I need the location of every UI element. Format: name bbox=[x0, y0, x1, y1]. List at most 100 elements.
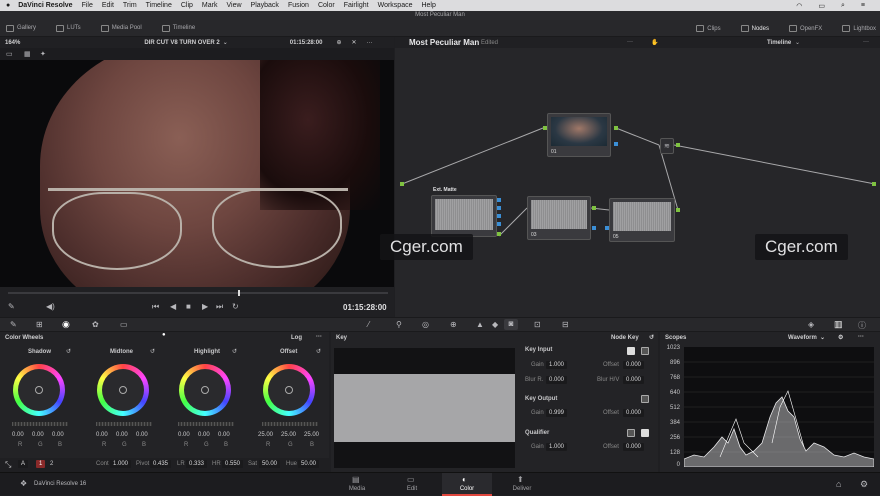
menu-view[interactable]: View bbox=[226, 2, 241, 9]
ext-matte-node[interactable] bbox=[431, 195, 497, 237]
color-wheels-icon[interactable]: ◉ bbox=[62, 319, 70, 330]
midtone-g-value[interactable]: 0.00 bbox=[116, 432, 128, 438]
highlight-b-value[interactable]: 0.00 bbox=[218, 432, 230, 438]
gallery-button[interactable]: Gallery bbox=[6, 24, 36, 32]
hand-icon[interactable]: ✋ bbox=[651, 39, 658, 46]
reset-icon[interactable]: ↺ bbox=[232, 348, 237, 355]
audio-icon[interactable]: ◀) bbox=[46, 302, 55, 311]
menu-fairlight[interactable]: Fairlight bbox=[344, 2, 369, 9]
auto-button[interactable]: A bbox=[18, 460, 29, 468]
page-color-button[interactable]: ◐ Color bbox=[442, 473, 492, 496]
node-mode-select[interactable]: Timeline bbox=[767, 40, 791, 46]
skip-forward-icon[interactable]: ⏭ bbox=[216, 302, 223, 312]
search-icon[interactable]: ⌕ bbox=[841, 2, 845, 10]
window-icon[interactable]: ◎ bbox=[422, 320, 429, 329]
matte-output[interactable] bbox=[497, 198, 501, 202]
menu-list-icon[interactable]: ≡ bbox=[861, 2, 865, 9]
chevron-down-icon[interactable]: ⌄ bbox=[795, 39, 800, 46]
scopes-mode-select[interactable]: Waveform bbox=[788, 335, 817, 341]
wheels-mode[interactable]: Log bbox=[291, 335, 302, 341]
chevron-down-icon[interactable]: ⌄ bbox=[223, 39, 228, 46]
node-01-key-output[interactable] bbox=[614, 142, 618, 146]
blur-r-value[interactable]: 0.000 bbox=[546, 376, 568, 384]
wheels-more-icon[interactable]: ··· bbox=[316, 334, 322, 340]
more-icon[interactable]: ··· bbox=[627, 39, 633, 45]
menu-fusion[interactable]: Fusion bbox=[288, 2, 309, 9]
curves-icon[interactable]: ⁄ bbox=[368, 320, 369, 329]
wheel-slider[interactable] bbox=[178, 422, 234, 426]
loop-icon[interactable]: ↻ bbox=[232, 302, 239, 311]
node-01[interactable]: 01 bbox=[547, 113, 611, 157]
scopes-toggle-icon[interactable]: ▥ bbox=[834, 319, 843, 330]
viewer-options-icon[interactable]: ⊕ bbox=[336, 39, 341, 46]
menu-workspace[interactable]: Workspace bbox=[378, 2, 413, 9]
qualifier-gain[interactable]: 1.000 bbox=[546, 443, 568, 451]
menu-edit[interactable]: Edit bbox=[102, 2, 114, 9]
highlight-r-value[interactable]: 0.00 bbox=[178, 432, 190, 438]
battery-icon[interactable]: ▭ bbox=[818, 2, 825, 10]
luts-button[interactable]: LUTs bbox=[56, 24, 81, 32]
node-more-icon[interactable]: ··· bbox=[863, 39, 869, 45]
layer-mixer-node[interactable]: ≋ bbox=[660, 138, 674, 154]
skip-back-icon[interactable]: ⏮ bbox=[152, 302, 159, 312]
page-2-button[interactable]: 2 bbox=[50, 461, 53, 467]
offset-r-value[interactable]: 25.00 bbox=[258, 432, 273, 438]
lightbox-button[interactable]: Lightbox bbox=[842, 25, 876, 32]
matte-output[interactable] bbox=[497, 222, 501, 226]
scrubber-track[interactable] bbox=[8, 292, 388, 294]
key-output-button[interactable] bbox=[641, 395, 649, 403]
midtone-r-value[interactable]: 0.00 bbox=[96, 432, 108, 438]
menu-clip[interactable]: Clip bbox=[181, 2, 193, 9]
node-05-key-input[interactable] bbox=[605, 226, 609, 230]
menu-trim[interactable]: Trim bbox=[123, 2, 137, 9]
node-05-output[interactable] bbox=[676, 208, 680, 212]
page-1-button[interactable]: 1 bbox=[36, 460, 46, 468]
wheel-puck[interactable] bbox=[201, 386, 209, 394]
magic-mask-icon[interactable]: ▲ bbox=[476, 320, 484, 329]
visibility-icon[interactable]: ◈ bbox=[808, 320, 814, 329]
page-media-button[interactable]: ▤ Media bbox=[332, 473, 382, 496]
stop-icon[interactable]: ■ bbox=[186, 302, 191, 311]
menu-file[interactable]: File bbox=[82, 2, 93, 9]
hr-value[interactable]: 0.550 bbox=[222, 460, 244, 468]
matte-output[interactable] bbox=[497, 232, 501, 236]
key-output-offset[interactable]: 0.000 bbox=[623, 409, 645, 417]
pivot-value[interactable]: 0.435 bbox=[150, 460, 172, 468]
shadow-g-value[interactable]: 0.00 bbox=[32, 432, 44, 438]
color-match-icon[interactable]: ⊞ bbox=[36, 320, 43, 329]
viewer-more-icon[interactable]: ··· bbox=[367, 40, 373, 46]
highlight-g-value[interactable]: 0.00 bbox=[198, 432, 210, 438]
input-port[interactable] bbox=[400, 182, 404, 186]
viewer-expand-icon[interactable]: ✕ bbox=[351, 39, 356, 46]
node-graph[interactable]: 01 ≋ Ext. Matte 03 05 bbox=[395, 48, 880, 317]
sat-value[interactable]: 50.00 bbox=[259, 460, 281, 468]
shadow-r-value[interactable]: 0.00 bbox=[12, 432, 24, 438]
timeline-button[interactable]: Timeline bbox=[161, 24, 195, 32]
play-reverse-icon[interactable]: ◀ bbox=[170, 302, 176, 311]
lr-value[interactable]: 0.333 bbox=[186, 460, 208, 468]
shadow-b-value[interactable]: 0.00 bbox=[52, 432, 64, 438]
info-icon[interactable]: ⓘ bbox=[858, 320, 866, 331]
key-input-offset[interactable]: 0.000 bbox=[623, 361, 645, 369]
hue-value[interactable]: 50.00 bbox=[298, 460, 320, 468]
clips-button[interactable]: Clips bbox=[696, 25, 721, 32]
mixer-output[interactable] bbox=[676, 143, 680, 147]
page-deliver-button[interactable]: ⬆ Deliver bbox=[497, 473, 547, 496]
menu-timeline[interactable]: Timeline bbox=[146, 2, 172, 9]
video-viewer[interactable] bbox=[0, 60, 394, 287]
node-01-input[interactable] bbox=[543, 126, 547, 130]
offset-g-value[interactable]: 25.00 bbox=[281, 432, 296, 438]
split-icon[interactable]: ▭ bbox=[6, 50, 13, 58]
picker-icon[interactable]: ⤡ bbox=[5, 460, 11, 470]
openfx-button[interactable]: OpenFX bbox=[788, 25, 822, 32]
wheel-slider[interactable] bbox=[96, 422, 152, 426]
blur-hv-value[interactable]: 0.000 bbox=[623, 376, 645, 384]
wheel-slider[interactable] bbox=[262, 422, 318, 426]
wheels-page-dot[interactable]: ● bbox=[162, 332, 166, 338]
pen-tool-icon[interactable]: ✎ bbox=[8, 302, 15, 311]
reset-icon[interactable]: ↺ bbox=[150, 348, 155, 355]
zoom-level[interactable]: 164% bbox=[5, 40, 20, 46]
scopes-more-icon[interactable]: ··· bbox=[858, 334, 864, 340]
qualifier-button[interactable] bbox=[627, 429, 635, 437]
settings-icon[interactable]: ⚙ bbox=[860, 479, 868, 490]
